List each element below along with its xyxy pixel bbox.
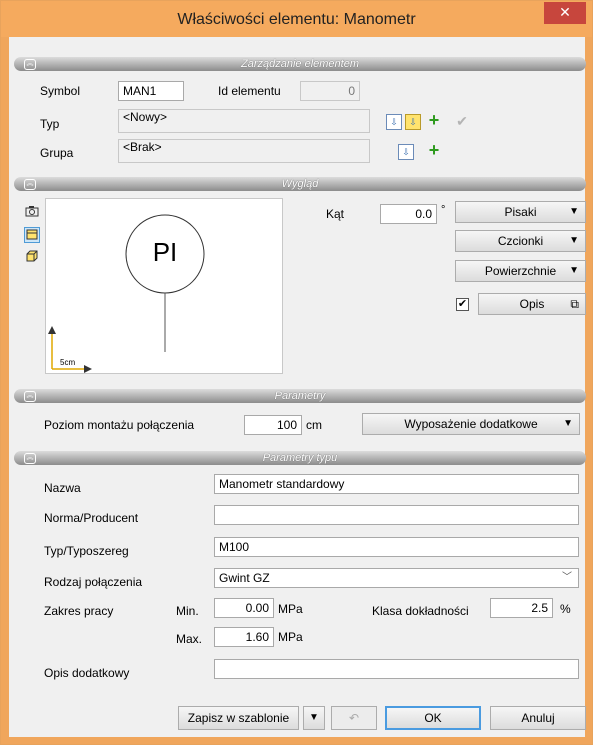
angle-label: Kąt xyxy=(326,207,345,221)
symbol-label: Symbol xyxy=(40,84,81,98)
symbol-preview: PI 5cm xyxy=(45,198,283,374)
collapse-icon[interactable]: ︽ xyxy=(24,179,36,190)
type-field[interactable]: <Nowy> xyxy=(118,109,370,133)
section-header-management[interactable]: Zarządzanie elementem ︽ xyxy=(14,57,586,71)
save-template-button[interactable]: Zapisz w szablonie xyxy=(178,706,299,730)
range-label: Zakres pracy xyxy=(44,604,114,618)
symbol-input[interactable]: MAN1 xyxy=(118,81,184,101)
chevron-down-icon: ▼ xyxy=(569,235,579,246)
accuracy-class-label: Klasa dokładności xyxy=(372,604,469,618)
section-header-appearance[interactable]: Wygląd ︽ xyxy=(14,177,586,191)
collapse-icon[interactable]: ︽ xyxy=(24,391,36,402)
connection-value: Gwint GZ xyxy=(219,571,270,585)
type-edit-icon[interactable]: ⇩ xyxy=(405,114,421,130)
chevron-down-icon: ﹀ xyxy=(562,572,572,583)
confirm-type-icon[interactable]: ✔ xyxy=(454,114,470,130)
surfaces-label: Powierzchnie xyxy=(484,264,557,278)
pens-dropdown[interactable]: Pisaki ▼ xyxy=(455,201,586,223)
accuracy-class-input[interactable]: 2.5 xyxy=(490,598,553,618)
section-title: Parametry xyxy=(274,390,326,402)
connection-label: Rodzaj połączenia xyxy=(44,575,143,589)
series-input[interactable]: M100 xyxy=(214,537,579,557)
collapse-icon[interactable]: ︽ xyxy=(24,453,36,464)
view-2d-icon[interactable] xyxy=(24,227,40,243)
undo-icon: ↶ xyxy=(348,711,360,725)
chevron-down-icon: ▼ xyxy=(309,712,319,723)
undo-button[interactable]: ↶ xyxy=(331,706,377,730)
add-type-icon[interactable]: + xyxy=(426,111,442,129)
description-checkbox[interactable]: ✔ xyxy=(456,298,469,311)
mount-level-label: Poziom montażu połączenia xyxy=(44,418,195,432)
chevron-down-icon: ▼ xyxy=(569,265,579,276)
window-title: Właściwości elementu: Manometr xyxy=(177,11,416,28)
preview-symbol-text: PI xyxy=(152,237,178,267)
section-title: Wygląd xyxy=(281,178,319,190)
preview-scale-text: 5cm xyxy=(60,358,76,367)
group-pick-icon[interactable]: ⇩ xyxy=(398,144,414,160)
cancel-button[interactable]: Anuluj xyxy=(490,706,586,730)
angle-input[interactable]: 0.0 xyxy=(380,204,437,224)
chevron-down-icon: ▼ xyxy=(563,418,573,429)
pens-label: Pisaki xyxy=(504,205,537,219)
min-label: Min. xyxy=(176,604,199,618)
extra-equipment-label: Wyposażenie dodatkowe xyxy=(404,417,538,431)
max-label: Max. xyxy=(176,632,203,646)
mount-level-unit: cm xyxy=(306,418,322,432)
close-button[interactable]: ✕ xyxy=(544,2,586,24)
max-unit: MPa xyxy=(278,630,303,644)
add-group-icon[interactable]: + xyxy=(426,141,442,159)
type-pick-icon[interactable]: ⇩ xyxy=(386,114,402,130)
section-title: Parametry typu xyxy=(262,452,338,464)
name-label: Nazwa xyxy=(44,481,81,495)
save-template-dropdown[interactable]: ▼ xyxy=(303,706,325,730)
norm-label: Norma/Producent xyxy=(44,511,139,525)
series-label: Typ/Typoszereg xyxy=(44,544,129,558)
open-dialog-icon: ⧉ xyxy=(570,297,579,311)
min-unit: MPa xyxy=(278,602,303,616)
min-input[interactable]: 0.00 xyxy=(214,598,274,618)
chevron-down-icon: ▼ xyxy=(569,206,579,217)
extra-description-input[interactable] xyxy=(214,659,579,679)
collapse-icon[interactable]: ︽ xyxy=(24,59,36,70)
camera-icon[interactable] xyxy=(24,205,40,221)
description-label: Opis xyxy=(519,297,545,311)
section-header-params[interactable]: Parametry ︽ xyxy=(14,389,586,403)
name-input[interactable]: Manometr standardowy xyxy=(214,474,579,494)
group-label: Grupa xyxy=(40,146,74,160)
section-title: Zarządzanie elementem xyxy=(240,58,359,70)
group-field[interactable]: <Brak> xyxy=(118,139,370,163)
type-label: Typ xyxy=(40,117,60,131)
description-button[interactable]: Opis ⧉ xyxy=(478,293,586,315)
connection-select[interactable]: Gwint GZ ﹀ xyxy=(214,568,579,588)
accuracy-class-unit: % xyxy=(560,602,571,616)
element-id-label: Id elementu xyxy=(218,84,281,98)
norm-input[interactable] xyxy=(214,505,579,525)
title-bar[interactable]: Właściwości elementu: Manometr ✕ xyxy=(1,1,592,37)
mount-level-input[interactable]: 100 xyxy=(244,415,302,435)
fonts-dropdown[interactable]: Czcionki ▼ xyxy=(455,230,586,252)
element-id-field: 0 xyxy=(300,81,360,101)
fonts-label: Czcionki xyxy=(497,234,544,248)
surfaces-dropdown[interactable]: Powierzchnie ▼ xyxy=(455,260,586,282)
view-3d-icon[interactable] xyxy=(24,250,40,266)
section-header-type-params[interactable]: Parametry typu ︽ xyxy=(14,451,586,465)
max-input[interactable]: 1.60 xyxy=(214,627,274,647)
angle-unit: ° xyxy=(441,204,446,216)
extra-equipment-dropdown[interactable]: Wyposażenie dodatkowe ▼ xyxy=(362,413,580,435)
ok-button[interactable]: OK xyxy=(385,706,481,730)
extra-description-label: Opis dodatkowy xyxy=(44,666,130,680)
